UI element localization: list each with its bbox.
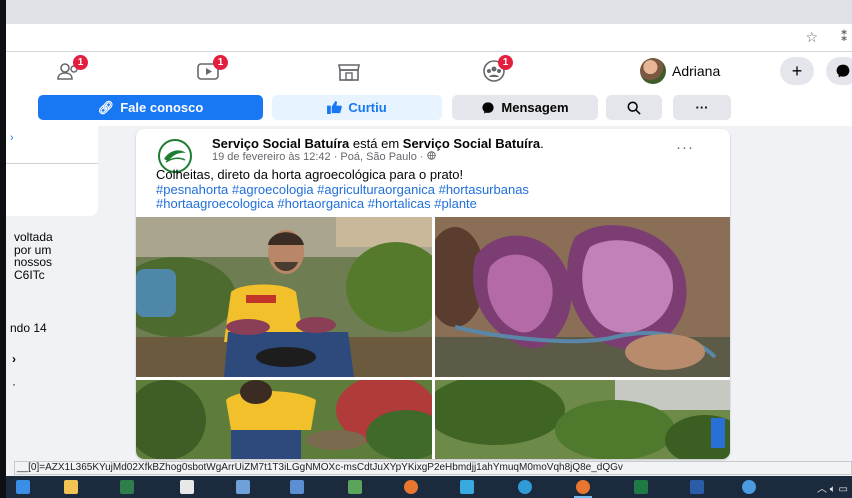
search-icon — [627, 101, 641, 115]
media-app-icon[interactable] — [348, 480, 362, 494]
screen: ☆ ⁑ 1 1 1 Adriana + 🔗︎ Fale conosco Curt… — [0, 0, 852, 498]
message-button[interactable]: Mensagem — [452, 95, 598, 120]
contact-us-button[interactable]: 🔗︎ Fale conosco — [38, 95, 263, 120]
page-action-bar: 🔗︎ Fale conosco Curtiu Mensagem ··· — [0, 90, 852, 126]
chevron-up-icon[interactable]: ︿ — [817, 484, 827, 495]
word-icon[interactable] — [690, 480, 704, 494]
post-photo-garden-plants[interactable] — [435, 380, 730, 459]
photo-image — [435, 217, 730, 377]
post-card: Serviço Social Batuíra está em Serviço S… — [136, 129, 730, 459]
excel-icon[interactable] — [634, 480, 648, 494]
screen-bezel — [0, 0, 6, 498]
star-icon[interactable]: ☆ — [805, 29, 818, 46]
intro-line: voltada — [14, 230, 53, 244]
mail-icon[interactable] — [460, 480, 474, 494]
calculator-icon[interactable] — [120, 480, 134, 494]
keyboard-icon[interactable]: ▭ — [839, 484, 848, 495]
left-chevron-icon[interactable]: › — [12, 352, 16, 366]
groups-badge: 1 — [498, 55, 513, 70]
post-photo-man-harvest[interactable] — [136, 217, 432, 377]
page-name-link[interactable]: Serviço Social Batuíra — [212, 136, 349, 151]
profile-name: Adriana — [672, 63, 721, 79]
hashtags-line[interactable]: #hortaagroecologica #hortaorganica #hort… — [156, 197, 716, 211]
browser-status-url: __[0]=AZX1L365KYujMd02XfkBZhog0sbotWgArr… — [14, 461, 852, 475]
liked-button[interactable]: Curtiu — [272, 95, 442, 120]
post-meta: 19 de fevereiro às 12:42 · Poá, São Paul… — [212, 151, 436, 163]
thumbs-up-icon — [327, 101, 343, 114]
browser-tabstrip — [0, 0, 852, 24]
messenger-icon — [482, 101, 494, 114]
chrome-icon[interactable] — [576, 480, 590, 494]
intro-line[interactable]: C6ITc — [14, 268, 98, 282]
post-timestamp[interactable]: 19 de fevereiro às 12:42 · Poá, São Paul… — [212, 151, 427, 163]
chevron-right-icon[interactable]: › — [10, 132, 14, 144]
globe-icon — [426, 151, 436, 160]
facebook-top-nav: 1 1 1 Adriana + — [0, 52, 852, 90]
friends-nav-button[interactable]: 1 — [56, 55, 88, 82]
post-options-button[interactable]: ··· — [676, 139, 694, 156]
start-icon[interactable] — [16, 480, 30, 494]
windows-taskbar: ︿ 🔈︎ ▭ — [0, 476, 852, 498]
place-name-link[interactable]: Serviço Social Batuíra — [403, 136, 540, 151]
message-label: Mensagem — [501, 100, 569, 115]
messenger-icon — [836, 64, 850, 78]
post-photo-purple-potato[interactable] — [435, 217, 730, 377]
friends-badge: 1 — [73, 55, 88, 70]
store-icon — [338, 64, 360, 81]
post-text: Colheitas, direto da horta agroecológica… — [156, 167, 464, 182]
messenger-button[interactable] — [826, 57, 852, 85]
search-page-button[interactable] — [606, 95, 662, 120]
watch-nav-button[interactable]: 1 — [196, 55, 228, 82]
puzzle-icon[interactable]: ⁑ — [841, 28, 848, 45]
contact-us-label: Fale conosco — [120, 100, 204, 115]
post-header: Serviço Social Batuíra está em Serviço S… — [212, 136, 544, 151]
intro-line: nossos — [14, 255, 53, 269]
profile-chip[interactable]: Adriana — [640, 57, 728, 85]
edge-icon[interactable] — [518, 480, 532, 494]
left-info-card: › — [0, 126, 98, 216]
chrome-icon[interactable] — [404, 480, 418, 494]
post-title-period: . — [540, 136, 544, 151]
marketplace-nav-button[interactable] — [336, 60, 362, 82]
photo-image — [435, 380, 730, 459]
notepad-icon[interactable] — [180, 480, 194, 494]
post-photo-garden-work[interactable] — [136, 380, 432, 459]
more-actions-button[interactable]: ··· — [673, 95, 731, 120]
hashtags-line[interactable]: #pesnahorta #agroecologia #agriculturaor… — [156, 183, 716, 197]
liked-label: Curtiu — [348, 100, 387, 115]
groups-nav-button[interactable]: 1 — [481, 55, 513, 82]
photo-image — [136, 217, 432, 377]
founded-text: ndo 14 — [10, 321, 47, 335]
create-button[interactable]: + — [780, 57, 814, 85]
file-explorer-icon[interactable] — [64, 480, 78, 494]
photo-image — [136, 380, 432, 459]
system-tray[interactable]: ︿ 🔈︎ ▭ — [817, 480, 848, 495]
watch-badge: 1 — [213, 55, 228, 70]
avatar — [640, 58, 666, 84]
volume-icon[interactable]: 🔈︎ — [830, 484, 836, 495]
link-icon: 🔗︎ — [97, 99, 115, 115]
browser-address-bar[interactable]: ☆ ⁑ — [0, 24, 852, 52]
left-bullet: · — [12, 377, 16, 391]
divider — [0, 163, 98, 164]
paint-icon[interactable] — [236, 480, 250, 494]
store-app-icon[interactable] — [290, 480, 304, 494]
page-intro-text: voltada por um nossos C6ITc — [14, 231, 98, 281]
help-icon[interactable] — [742, 480, 756, 494]
post-hashtags: #pesnahorta #agroecologia #agriculturaor… — [156, 183, 716, 211]
post-checkin-text: está em — [352, 136, 400, 151]
